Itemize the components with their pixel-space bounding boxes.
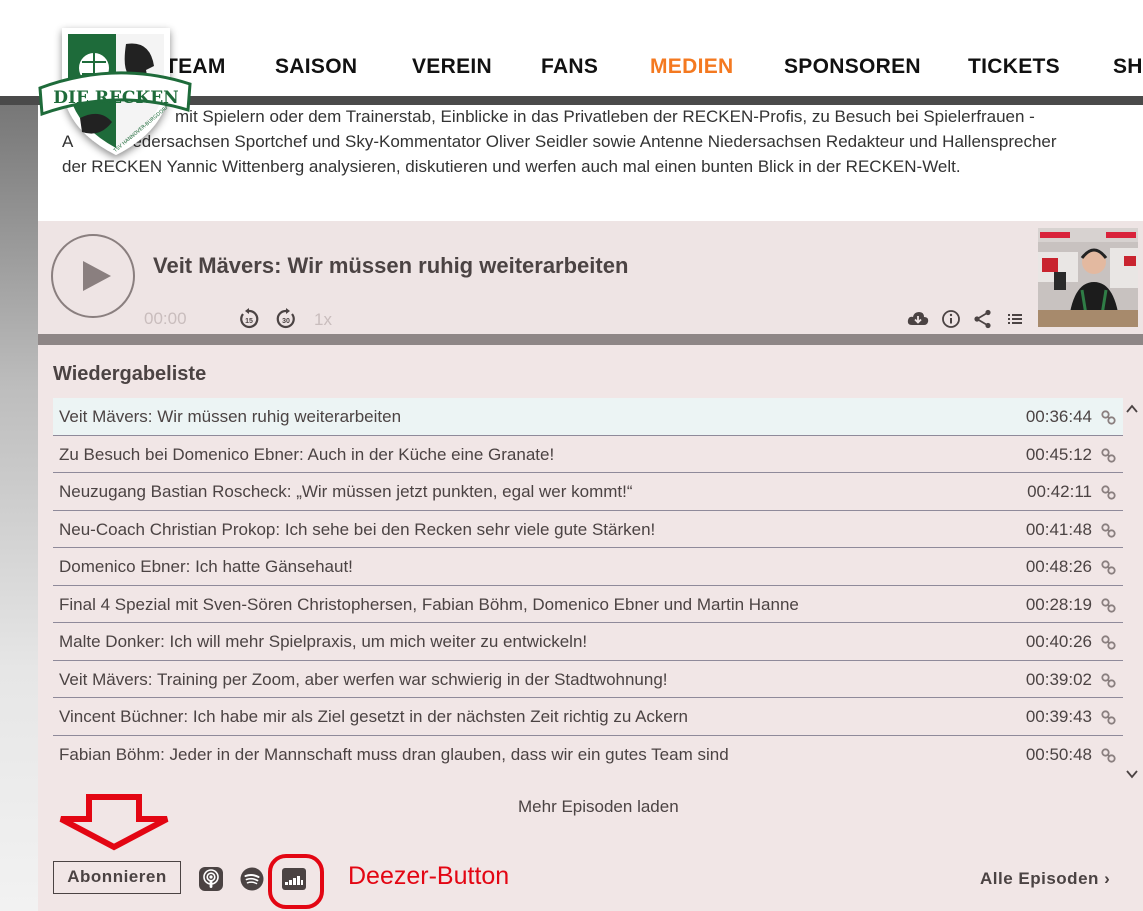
deezer-icon[interactable] — [281, 866, 307, 892]
playlist-item-duration: 00:39:43 — [1025, 707, 1092, 726]
nav-item-saison[interactable]: SAISON — [275, 55, 357, 79]
link-icon[interactable] — [1100, 709, 1117, 726]
playlist-item[interactable]: Domenico Ebner: Ich hatte Gänsehaut! 00:… — [53, 548, 1123, 586]
link-icon[interactable] — [1100, 409, 1117, 426]
svg-text:15: 15 — [245, 318, 253, 325]
playlist-item-duration: 00:39:02 — [1025, 669, 1092, 689]
episode-title: Veit Mävers: Wir müssen ruhig weiterarbe… — [153, 253, 629, 278]
playlist-item-title: Vincent Büchner: Ich habe mir als Ziel g… — [59, 707, 688, 726]
playlist-item-duration: 00:40:26 — [1025, 632, 1092, 651]
playlist-item-duration: 00:42:11 — [1027, 482, 1092, 501]
nav-item-shop[interactable]: SH — [1113, 55, 1143, 79]
spotify-icon[interactable] — [239, 866, 265, 892]
info-icon — [942, 310, 960, 328]
playlist-item-title: Zu Besuch bei Domenico Ebner: Auch in de… — [59, 444, 555, 464]
playback-speed-button[interactable]: 1x — [314, 310, 332, 330]
share-button[interactable] — [971, 307, 995, 331]
playlist-item[interactable]: Veit Mävers: Wir müssen ruhig weiterarbe… — [53, 398, 1123, 436]
subscribe-button[interactable]: Abonnieren — [53, 861, 181, 894]
playlist-section: Wiedergabeliste Veit Mävers: Wir müssen … — [38, 345, 1143, 911]
playlist-item-duration: 00:36:44 — [1025, 407, 1092, 426]
load-more-episodes-button[interactable]: Mehr Episoden laden — [518, 797, 679, 817]
link-icon[interactable] — [1100, 747, 1117, 764]
playlist-heading: Wiedergabeliste — [53, 363, 207, 385]
playlist-item-duration: 00:50:48 — [1025, 744, 1092, 764]
playlist-item[interactable]: Neuzugang Bastian Roscheck: „Wir müssen … — [53, 473, 1123, 511]
playlist-item[interactable]: Vincent Büchner: Ich habe mir als Ziel g… — [53, 698, 1123, 736]
playlist-item[interactable]: Fabian Böhm: Jeder in der Mannschaft mus… — [53, 736, 1123, 774]
playlist-item-title: Final 4 Spezial mit Sven-Sören Christoph… — [59, 594, 799, 614]
share-icon — [974, 309, 991, 329]
forward-30-icon: 30 — [276, 308, 295, 329]
link-icon[interactable] — [1100, 559, 1117, 576]
scroll-up-arrow[interactable] — [1124, 402, 1140, 416]
annotation-arrow — [59, 794, 169, 851]
play-button[interactable] — [51, 234, 135, 318]
link-icon[interactable] — [1100, 597, 1117, 614]
description-line-3: der RECKEN Yannic Wittenberg analysieren… — [62, 157, 961, 176]
player-divider — [38, 334, 1143, 345]
page-left-shade — [0, 105, 38, 911]
svg-text:30: 30 — [282, 318, 290, 325]
playlist-item-title: Neuzugang Bastian Roscheck: „Wir müssen … — [59, 482, 633, 501]
playlist-icon — [1008, 314, 1022, 324]
playlist-item-duration: 00:41:48 — [1025, 519, 1092, 539]
podcast-description: mit Spielern oder dem Trainerstab, Einbl… — [62, 104, 1122, 179]
playlist-item-title: Veit Mävers: Training per Zoom, aber wer… — [59, 669, 668, 689]
playlist-item[interactable]: Neu-Coach Christian Prokop: Ich sehe bei… — [53, 511, 1123, 548]
playlist-item-title: Malte Donker: Ich will mehr Spielpraxis,… — [59, 632, 588, 651]
playlist-item[interactable]: Veit Mävers: Training per Zoom, aber wer… — [53, 661, 1123, 698]
nav-item-sponsoren[interactable]: SPONSOREN — [784, 55, 921, 79]
logo-text: DIE RECKEN — [53, 88, 178, 108]
playlist-toggle-button[interactable] — [1003, 307, 1027, 331]
link-icon[interactable] — [1100, 484, 1117, 501]
playlist-item-duration: 00:28:19 — [1025, 594, 1092, 614]
apple-podcasts-icon[interactable] — [198, 866, 224, 892]
nav-item-verein[interactable]: VEREIN — [412, 55, 492, 79]
play-icon — [83, 261, 111, 291]
playlist: Veit Mävers: Wir müssen ruhig weiterarbe… — [53, 398, 1123, 773]
deezer-annotation-label: Deezer-Button — [348, 862, 510, 890]
link-icon[interactable] — [1100, 672, 1117, 689]
all-episodes-link[interactable]: Alle Episoden › — [980, 869, 1110, 889]
playlist-item-title: Fabian Böhm: Jeder in der Mannschaft mus… — [59, 744, 729, 764]
playlist-item[interactable]: Malte Donker: Ich will mehr Spielpraxis,… — [53, 623, 1123, 661]
podcast-player: Veit Mävers: Wir müssen ruhig weiterarbe… — [38, 221, 1143, 334]
current-time: 00:00 — [144, 309, 187, 328]
playlist-item-title: Domenico Ebner: Ich hatte Gänsehaut! — [59, 557, 353, 576]
description-line-1: mit Spielern oder dem Trainerstab, Einbl… — [175, 107, 1035, 126]
episode-cover-image — [1038, 228, 1138, 327]
link-icon[interactable] — [1100, 447, 1117, 464]
description-line-2: edersachsen Sportchef und Sky-Kommentato… — [132, 132, 1057, 151]
scroll-down-arrow[interactable] — [1124, 767, 1140, 781]
download-button[interactable] — [906, 307, 930, 331]
link-icon[interactable] — [1100, 522, 1117, 539]
rewind-15-icon: 15 — [240, 308, 259, 329]
link-icon[interactable] — [1100, 634, 1117, 651]
playlist-item-duration: 00:48:26 — [1025, 557, 1092, 576]
nav-item-fans[interactable]: FANS — [541, 55, 598, 79]
forward-30-button[interactable]: 30 — [274, 307, 298, 331]
info-button[interactable] — [939, 307, 963, 331]
rewind-15-button[interactable]: 15 — [237, 307, 261, 331]
nav-item-medien[interactable]: MEDIEN — [650, 55, 733, 79]
playlist-item-title: Veit Mävers: Wir müssen ruhig weiterarbe… — [59, 407, 402, 426]
nav-item-tickets[interactable]: TICKETS — [968, 55, 1060, 79]
club-logo[interactable]: DIE RECKEN TSV HANNOVER-BURGDORF — [30, 10, 195, 165]
playlist-item[interactable]: Final 4 Spezial mit Sven-Sören Christoph… — [53, 586, 1123, 623]
download-icon — [907, 312, 929, 325]
playlist-item-title: Neu-Coach Christian Prokop: Ich sehe bei… — [59, 519, 656, 539]
playlist-item-duration: 00:45:12 — [1025, 444, 1092, 464]
playlist-item[interactable]: Zu Besuch bei Domenico Ebner: Auch in de… — [53, 436, 1123, 473]
